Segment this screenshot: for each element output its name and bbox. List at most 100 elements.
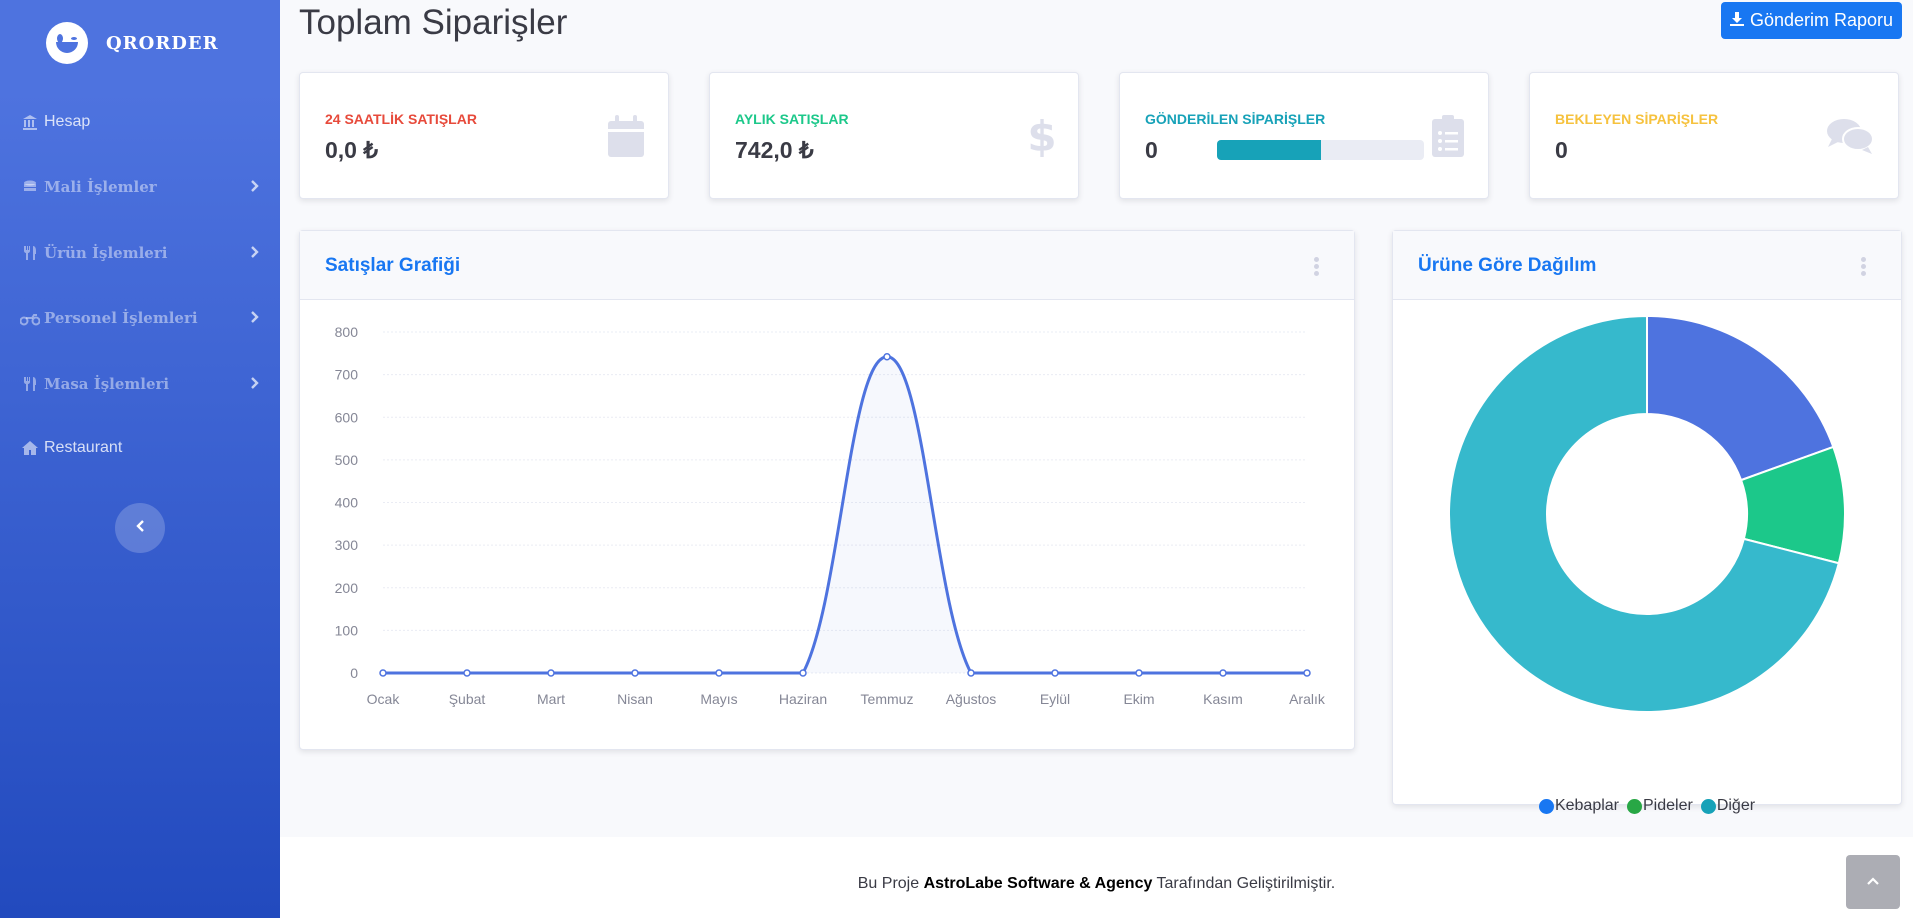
x-tick-label: Mart xyxy=(537,691,565,707)
send-report-label: Gönderim Raporu xyxy=(1749,10,1894,30)
card-title: Ürüne Göre Dağılım xyxy=(1418,255,1597,276)
sidebar-item-personel-islemleri[interactable]: Personel İşlemleri xyxy=(20,298,260,338)
legend-dot xyxy=(1627,798,1642,814)
brand-name: QRORDER xyxy=(106,32,219,54)
x-tick-label: Kasım xyxy=(1203,691,1243,707)
comments-icon xyxy=(1826,117,1874,160)
clipboard-list-icon xyxy=(1432,115,1464,162)
y-tick-label: 700 xyxy=(335,367,359,383)
sidebar-item-hesap[interactable]: Hesap xyxy=(20,102,260,142)
sidebar-item-label: Masa İşlemleri xyxy=(44,375,170,393)
sidebar-item-mali-islemler[interactable]: Mali İşlemler xyxy=(20,167,260,207)
card-header: Ürüne Göre Dağılım xyxy=(1393,231,1901,300)
y-tick-label: 100 xyxy=(335,622,359,638)
utensils-icon xyxy=(20,245,40,261)
legend-item: Kebaplar xyxy=(1538,797,1619,815)
sidebar-item-label: Ürün İşlemleri xyxy=(44,244,168,262)
data-point xyxy=(547,669,555,677)
stat-label: GÖNDERİLEN SİPARİŞLER xyxy=(1145,111,1326,127)
stat-label: BEKLEYEN SİPARİŞLER xyxy=(1555,111,1719,127)
stat-value: 0 xyxy=(1555,137,1568,163)
chevron-right-icon xyxy=(250,245,260,263)
page-title: Toplam Siparişler xyxy=(299,3,568,42)
utensils-icon xyxy=(20,376,40,392)
x-tick-label: Ağustos xyxy=(946,691,997,707)
legend-dot xyxy=(1538,798,1554,814)
x-tick-label: Haziran xyxy=(779,691,827,707)
legend-label: Diğer xyxy=(1716,797,1756,814)
y-tick-label: 200 xyxy=(335,580,359,596)
stat-card-daily-sales: 24 SAATLİK SATIŞLAR 0,0 ₺ xyxy=(299,72,669,199)
data-point xyxy=(883,352,891,361)
legend-label: Kebaplar xyxy=(1554,797,1619,814)
legend-item: Diğer xyxy=(1700,797,1756,815)
bank-icon xyxy=(20,114,40,130)
dollar-icon: $ xyxy=(1027,112,1056,162)
send-report-button[interactable]: Gönderim Raporu xyxy=(1721,2,1902,39)
sidebar-toggle-button[interactable] xyxy=(115,503,165,553)
footer: Bu Proje AstroLabe Software & Agency Tar… xyxy=(280,837,1913,918)
sidebar-item-label: Hesap xyxy=(44,113,91,130)
calendar-icon xyxy=(608,115,644,162)
stat-label: AYLIK SATIŞLAR xyxy=(735,111,849,127)
download-icon xyxy=(1729,10,1750,31)
chevron-right-icon xyxy=(250,310,260,328)
y-tick-label: 300 xyxy=(335,537,359,553)
coins-icon xyxy=(20,179,40,195)
data-point xyxy=(799,669,807,677)
distribution-chart-card: Ürüne Göre Dağılım Kebaplar Pideler Diğer xyxy=(1392,230,1902,814)
x-tick-label: Nisan xyxy=(617,691,653,707)
footer-suffix: Tarafından Geliştirilmiştir. xyxy=(1156,875,1336,892)
sidebar-item-restaurant[interactable]: Restaurant xyxy=(20,428,260,468)
sidebar-item-label: Restaurant xyxy=(44,439,123,456)
sidebar-item-label: Mali İşlemler xyxy=(44,178,157,196)
x-tick-label: Mayıs xyxy=(700,691,737,707)
card-title: Satışlar Grafiği xyxy=(325,255,461,276)
wink-logo-icon xyxy=(46,22,88,64)
motorcycle-icon xyxy=(20,310,40,326)
more-vertical-icon[interactable] xyxy=(1314,257,1320,277)
more-vertical-icon[interactable] xyxy=(1861,257,1867,277)
chevron-right-icon xyxy=(250,376,260,394)
stat-label: 24 SAATLİK SATIŞLAR xyxy=(325,111,477,127)
chevron-right-icon xyxy=(250,179,260,197)
chart-legend: Kebaplar Pideler Diğer xyxy=(1393,797,1901,815)
scroll-to-top-button[interactable] xyxy=(1846,855,1900,909)
stat-card-pending-orders: BEKLEYEN SİPARİŞLER 0 xyxy=(1529,72,1899,199)
legend-item: Pideler xyxy=(1627,797,1693,815)
data-point xyxy=(1303,669,1311,677)
data-point xyxy=(1051,669,1059,677)
stat-card-sent-orders: GÖNDERİLEN SİPARİŞLER 0 xyxy=(1119,72,1489,199)
distribution-donut-chart xyxy=(1448,314,1846,713)
stat-value: 742,0 ₺ xyxy=(735,137,814,163)
data-point xyxy=(1135,669,1143,677)
sidebar-item-masa-islemleri[interactable]: Masa İşlemleri xyxy=(20,364,260,404)
sidebar-item-urun-islemleri[interactable]: Ürün İşlemleri xyxy=(20,233,260,273)
brand[interactable]: QRORDER xyxy=(46,22,219,64)
x-tick-label: Ekim xyxy=(1123,691,1154,707)
x-tick-label: Ocak xyxy=(367,691,401,707)
footer-company: AstroLabe Software & Agency xyxy=(923,875,1153,892)
data-point xyxy=(631,669,639,677)
y-tick-label: 800 xyxy=(335,324,359,340)
card-header: Satışlar Grafiği xyxy=(300,231,1354,300)
home-icon xyxy=(20,440,40,456)
sent-orders-progress xyxy=(1217,140,1424,160)
x-tick-label: Eylül xyxy=(1040,691,1070,707)
stat-value: 0,0 ₺ xyxy=(325,137,378,163)
sidebar-item-label: Personel İşlemleri xyxy=(44,309,198,327)
data-point xyxy=(463,669,471,677)
area-fill xyxy=(383,356,1307,673)
stat-card-monthly-sales: AYLIK SATIŞLAR 742,0 ₺ $ xyxy=(709,72,1079,199)
y-tick-label: 600 xyxy=(335,409,359,425)
chevron-left-icon xyxy=(135,519,145,538)
footer-text: Bu Proje AstroLabe Software & Agency Tar… xyxy=(280,875,1913,893)
stat-value: 0 xyxy=(1145,137,1158,163)
svg-text:$: $ xyxy=(1030,113,1054,157)
data-point xyxy=(379,669,387,677)
y-tick-label: 500 xyxy=(335,452,359,468)
x-tick-label: Temmuz xyxy=(861,691,914,707)
chevron-up-icon xyxy=(1866,873,1880,891)
donut-slice xyxy=(1646,314,1835,482)
y-tick-label: 400 xyxy=(335,495,359,511)
